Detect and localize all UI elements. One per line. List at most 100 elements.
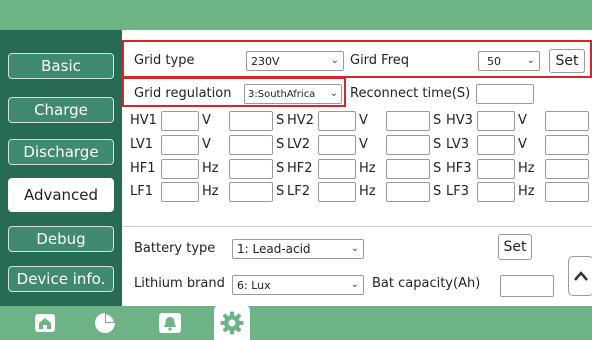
section-divider (122, 226, 592, 227)
chevron-down-icon: ⌄ (350, 279, 359, 290)
hv1-time-input[interactable] (229, 111, 273, 131)
lf3-unit-label: Hz (518, 184, 535, 199)
hf3-label: HF3 (446, 161, 472, 176)
sidebar-item-discharge[interactable]: Discharge (8, 139, 114, 165)
hv2-label: HV2 (287, 113, 314, 128)
advanced-settings-panel: Grid type 230V ⌄ Gird Freq 50 ⌄ Set Grid… (122, 30, 592, 306)
lv1-label: LV1 (130, 137, 153, 152)
bat-capacity-label: Bat capacity(Ah) (372, 276, 481, 291)
hv3-label: HV3 (446, 113, 473, 128)
hv1-label: HV1 (130, 113, 157, 128)
scroll-up-button[interactable] (568, 256, 592, 296)
sidebar-item-debug[interactable]: Debug (8, 226, 114, 252)
battery-set-button[interactable]: Set (498, 234, 532, 260)
lv2-time-input[interactable] (386, 135, 430, 155)
top-bar (0, 0, 592, 30)
hf1-time-input[interactable] (229, 159, 273, 179)
hv1-value-input[interactable] (161, 111, 199, 131)
sidebar-item-basic[interactable]: Basic (8, 53, 114, 79)
lf3-value-input[interactable] (477, 182, 515, 202)
hf1-unit-label: Hz (202, 161, 219, 176)
lv2-seconds-label: S (433, 137, 442, 152)
grid-freq-label: Gird Freq (350, 53, 410, 68)
lv2-unit-label: V (359, 137, 368, 152)
grid-freq-value: 50 (487, 54, 501, 68)
grid-type-value: 230V (251, 54, 280, 68)
hv3-unit-label: V (518, 113, 527, 128)
chevron-down-icon: ⌄ (329, 88, 338, 99)
chevron-down-icon: ⌄ (330, 55, 339, 66)
lf1-label: LF1 (130, 184, 153, 199)
hv2-time-input[interactable] (386, 111, 430, 131)
hf2-time-input[interactable] (386, 159, 430, 179)
lv2-value-input[interactable] (318, 135, 356, 155)
lv2-label: LV2 (287, 137, 310, 152)
lv1-seconds-label: S (276, 137, 285, 152)
hf2-unit-label: Hz (359, 161, 376, 176)
hv3-value-input[interactable] (477, 111, 515, 131)
home-icon (35, 314, 55, 332)
hv1-seconds-label: S (276, 113, 285, 128)
battery-type-label: Battery type (134, 241, 216, 256)
chevron-down-icon: ⌄ (350, 243, 359, 254)
lv1-value-input[interactable] (161, 135, 199, 155)
lf1-seconds-label: S (276, 184, 285, 199)
hf3-value-input[interactable] (477, 159, 515, 179)
hf3-time-input[interactable] (545, 159, 589, 179)
hf2-label: HF2 (287, 161, 313, 176)
chevron-down-icon: ⌄ (526, 55, 535, 66)
hv2-value-input[interactable] (318, 111, 356, 131)
grid-regulation-value: 3:SouthAfrica (248, 88, 316, 100)
lithium-brand-select[interactable]: 6: Lux ⌄ (232, 275, 364, 295)
bat-capacity-input[interactable] (500, 275, 554, 297)
lf2-value-input[interactable] (318, 182, 356, 202)
hv1-unit-label: V (202, 113, 211, 128)
lf1-value-input[interactable] (161, 182, 199, 202)
lv1-time-input[interactable] (229, 135, 273, 155)
lf3-label: LF3 (446, 184, 469, 199)
pie-chart-icon (95, 313, 115, 333)
hv3-time-input[interactable] (545, 111, 589, 131)
grid-set-button[interactable]: Set (549, 49, 585, 73)
sidebar-item-charge[interactable]: Charge (8, 97, 114, 123)
lf3-time-input[interactable] (545, 182, 589, 202)
reconnect-time-input[interactable] (476, 84, 534, 104)
sidebar-item-advanced[interactable]: Advanced (8, 178, 114, 212)
hv2-unit-label: V (359, 113, 368, 128)
nav-home[interactable] (30, 309, 60, 337)
chevron-up-icon (574, 271, 588, 281)
hf1-seconds-label: S (276, 161, 285, 176)
grid-regulation-label: Grid regulation (134, 86, 232, 101)
gear-icon (220, 311, 244, 335)
lv3-label: LV3 (446, 137, 469, 152)
hf1-value-input[interactable] (161, 159, 199, 179)
grid-regulation-select[interactable]: 3:SouthAfrica ⌄ (244, 84, 342, 104)
hf2-seconds-label: S (433, 161, 442, 176)
hf2-value-input[interactable] (318, 159, 356, 179)
nav-alerts[interactable] (155, 309, 185, 337)
lv1-unit-label: V (202, 137, 211, 152)
hf3-unit-label: Hz (518, 161, 535, 176)
grid-freq-select[interactable]: 50 ⌄ (478, 51, 540, 71)
lf1-unit-label: Hz (202, 184, 219, 199)
lf2-seconds-label: S (433, 184, 442, 199)
reconnect-time-label: Reconnect time(S) (350, 86, 471, 101)
lv3-unit-label: V (518, 137, 527, 152)
bell-icon (159, 313, 181, 333)
sidebar-item-device-info[interactable]: Device info. (8, 266, 114, 292)
sidebar: Basic Charge Discharge Advanced Debug De… (0, 30, 122, 306)
battery-type-value: 1: Lead-acid (237, 242, 311, 256)
lf1-time-input[interactable] (229, 182, 273, 202)
lv3-time-input[interactable] (545, 135, 589, 155)
lithium-brand-label: Lithium brand (134, 276, 225, 291)
grid-type-select[interactable]: 230V ⌄ (246, 51, 344, 71)
nav-settings[interactable] (214, 306, 250, 340)
nav-statistics[interactable] (90, 309, 120, 337)
battery-type-select[interactable]: 1: Lead-acid ⌄ (232, 239, 364, 259)
lithium-brand-value: 6: Lux (237, 278, 271, 292)
hv2-seconds-label: S (433, 113, 442, 128)
lv3-value-input[interactable] (477, 135, 515, 155)
lf2-label: LF2 (287, 184, 310, 199)
hf1-label: HF1 (130, 161, 156, 176)
lf2-time-input[interactable] (386, 182, 430, 202)
